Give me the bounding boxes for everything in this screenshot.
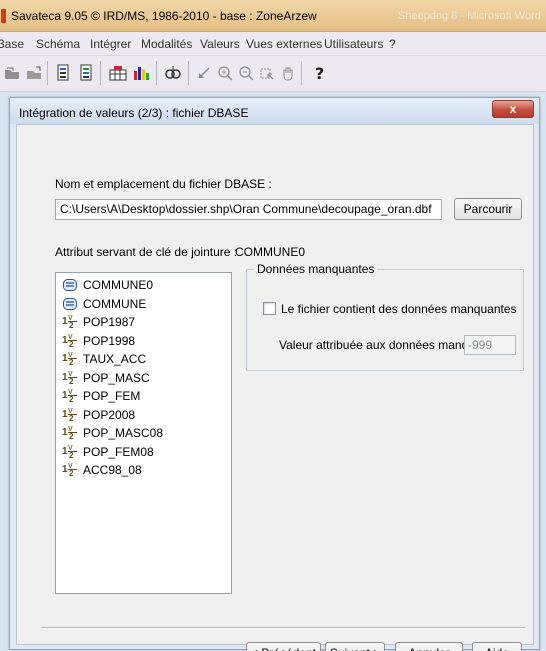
list-item-label: POP_MASC08 [83,426,164,440]
numeric-field-icon: 1V2 [62,463,78,478]
chart-icon[interactable] [131,62,151,84]
help-button[interactable]: Aide [472,642,522,651]
numeric-field-icon: 1V2 [62,445,78,459]
pointer-icon[interactable] [194,62,214,84]
text-field-icon [62,297,78,311]
list-item-label: COMMUNE0 [83,278,154,292]
menu-modalites[interactable]: Modalités [141,37,192,51]
list-item[interactable]: 1 V 2 TAUX_ACC [62,351,146,367]
numeric-field-icon: 1V2 [62,371,78,385]
menu-schema[interactable]: Schéma [36,37,80,51]
list-item[interactable]: 1 V 2 POP_FEM08 [62,444,154,460]
list-item-label: ACC98_08 [83,463,142,477]
list-item[interactable]: COMMUNE0 [62,277,153,293]
text-field-icon [62,278,78,292]
search-icon[interactable] [163,62,183,84]
numeric-field-icon: 1V2 [62,352,78,367]
file-path-input[interactable]: C:\Users\A\Desktop\dossier.shp\Oran Comm… [55,199,442,220]
previous-button[interactable]: < Précédent [246,642,321,651]
menu-integrer[interactable]: Intégrer [90,37,131,51]
dialog-title: Intégration de valeurs (2/3) : fichier D… [19,106,249,120]
list-item-label: POP_MASC [83,370,150,385]
menu-vues-externes[interactable]: Vues externes [246,37,322,51]
missing-value-input[interactable]: -999 [464,335,516,355]
list-item-label: COMMUNE [83,296,147,311]
open-icon[interactable] [2,62,22,84]
help-icon[interactable]: ? [310,62,330,84]
toolbar: ? [0,56,546,92]
missing-data-group [246,269,524,371]
file-label: Nom et emplacement du fichier DBASE : [55,177,272,191]
close-button[interactable]: x [492,100,534,118]
zoom-in-icon[interactable] [215,62,235,84]
menu-base[interactable]: 3ase [0,37,24,51]
list-item-label: POP2008 [83,407,136,422]
app-titlebar: Savateca 9.05 © IRD/MS, 1986-2010 - base… [0,0,546,32]
list-item-label: POP_FEM08 [83,444,154,459]
numeric-field-icon: 1V2 [62,408,78,422]
numeric-field-icon: 1V2 [62,389,78,404]
zoom-out-icon[interactable] [236,62,256,84]
list-item[interactable]: 1 V 2 POP_MASC [62,370,150,386]
list-item-label: POP1998 [83,333,136,348]
list-item-label: POP_FEM [83,389,141,403]
menu-help[interactable]: ? [389,37,396,51]
dialog-body: Nom et emplacement du fichier DBASE : C:… [16,124,534,651]
menu-valeurs[interactable]: Valeurs [200,37,240,51]
browse-button[interactable]: Parcourir [454,198,522,220]
list-item-label: POP1987 [83,315,136,329]
list-item[interactable]: 1 V 2 POP_MASC08 [62,425,163,441]
app-title: Savateca 9.05 © IRD/MS, 1986-2010 - base… [11,9,317,23]
numeric-field-icon: 1V2 [62,315,78,330]
app-icon [1,9,6,23]
integration-dialog: Intégration de valeurs (2/3) : fichier D… [9,97,540,651]
cancel-button[interactable]: Annuler [395,642,463,651]
missing-data-group-label: Données manquantes [254,262,378,276]
missing-data-checkbox[interactable] [263,302,276,315]
list-item-label: TAUX_ACC [83,352,147,366]
background-window-title: Sheepdog 8 - Microsoft Word [398,10,541,22]
list-item[interactable]: COMMUNE [62,296,146,312]
page-icon[interactable] [53,62,73,84]
join-key-value: COMMUNE0 [235,245,306,259]
list-item[interactable]: 1 V 2 POP_FEM [62,388,140,404]
close-icon: x [509,102,517,116]
list-item[interactable]: 1 V 2 POP1987 [62,314,135,330]
numeric-field-icon: 1V2 [62,426,78,441]
list-item[interactable]: 1 V 2 POP1998 [62,333,135,349]
menu-utilisateurs[interactable]: Utilisateurs [324,37,383,51]
list-item[interactable]: 1 V 2 ACC98_08 [62,462,142,478]
attribute-list[interactable]: COMMUNE0 COMMUNE 1 V 2 POP1987 1 V 2 POP1998 1 V 2 TA… [55,272,232,594]
hand-icon[interactable] [278,62,298,84]
select-icon[interactable] [257,62,277,84]
join-key-label: Attribut servant de clé de jointure : [55,245,238,259]
dialog-titlebar: Intégration de valeurs (2/3) : fichier D… [10,98,539,124]
open-file-icon[interactable] [24,62,44,84]
grid-icon[interactable] [108,62,128,84]
menu-bar: 3ase Schéma Intégrer Modalités Valeurs V… [0,32,546,56]
numeric-field-icon: 1V2 [62,334,78,348]
list-item[interactable]: 1 V 2 POP2008 [62,407,135,423]
divider [41,627,525,629]
page-alt-icon[interactable] [76,62,96,84]
next-button[interactable]: Suivant > [325,642,385,651]
svg-text:?: ? [315,64,324,82]
missing-data-checkbox-label[interactable]: Le fichier contient des données manquant… [281,302,517,316]
